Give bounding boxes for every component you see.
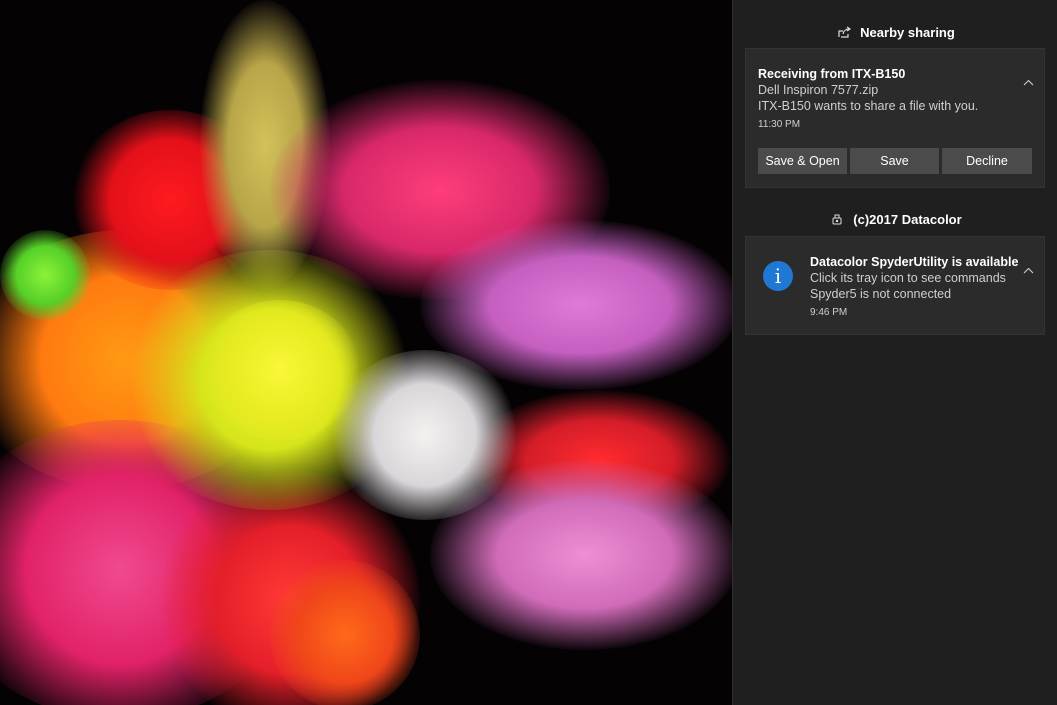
- toast-line-2: Spyder5 is not connected: [810, 287, 952, 301]
- toast-line-1: Click its tray icon to see commands: [810, 271, 1006, 285]
- nearby-sharing-group-label: Nearby sharing: [860, 24, 955, 40]
- toast-message: ITX-B150 wants to share a file with you.: [758, 99, 979, 113]
- toast-title: Receiving from ITX-B150: [758, 67, 906, 81]
- save-and-open-button[interactable]: Save & Open: [758, 148, 847, 174]
- share-icon: [836, 24, 852, 40]
- toast-timestamp: 11:30 PM: [758, 119, 801, 130]
- collapse-toast-button[interactable]: [1020, 263, 1036, 277]
- nearby-sharing-group-header[interactable]: Nearby sharing: [733, 21, 1057, 43]
- datacolor-toast-body: Datacolor SpyderUtility is available Cli…: [810, 255, 1018, 318]
- nearby-sharing-toast[interactable]: Receiving from ITX-B150 Dell Inspiron 75…: [745, 48, 1045, 188]
- toast-title: Datacolor SpyderUtility is available: [810, 255, 1019, 269]
- datacolor-group-label: (c)2017 Datacolor: [853, 211, 962, 227]
- toast-timestamp: 9:46 PM: [810, 307, 848, 318]
- toast-filename: Dell Inspiron 7577.zip: [758, 83, 879, 97]
- chevron-up-icon: [1023, 79, 1033, 85]
- info-icon: i: [763, 261, 793, 291]
- action-center-panel: Nearby sharing Receiving from ITX-B150 D…: [732, 0, 1057, 705]
- desktop-wallpaper: [0, 0, 732, 705]
- collapse-toast-button[interactable]: [1020, 75, 1036, 89]
- toast-action-buttons: Save & Open Save Decline: [758, 148, 1032, 174]
- wallpaper-white-burst: [330, 350, 520, 520]
- datacolor-app-icon: [829, 211, 845, 227]
- datacolor-group-header[interactable]: (c)2017 Datacolor: [733, 208, 1057, 230]
- info-icon-glyph: i: [774, 264, 782, 288]
- save-button[interactable]: Save: [850, 148, 939, 174]
- datacolor-toast[interactable]: i Datacolor SpyderUtility is available C…: [745, 236, 1045, 335]
- decline-button[interactable]: Decline: [942, 148, 1032, 174]
- wallpaper-orange-lower-burst: [270, 560, 420, 705]
- chevron-up-icon: [1023, 267, 1033, 273]
- wallpaper-green-burst: [0, 230, 90, 320]
- nearby-sharing-toast-body: Receiving from ITX-B150 Dell Inspiron 75…: [758, 67, 978, 130]
